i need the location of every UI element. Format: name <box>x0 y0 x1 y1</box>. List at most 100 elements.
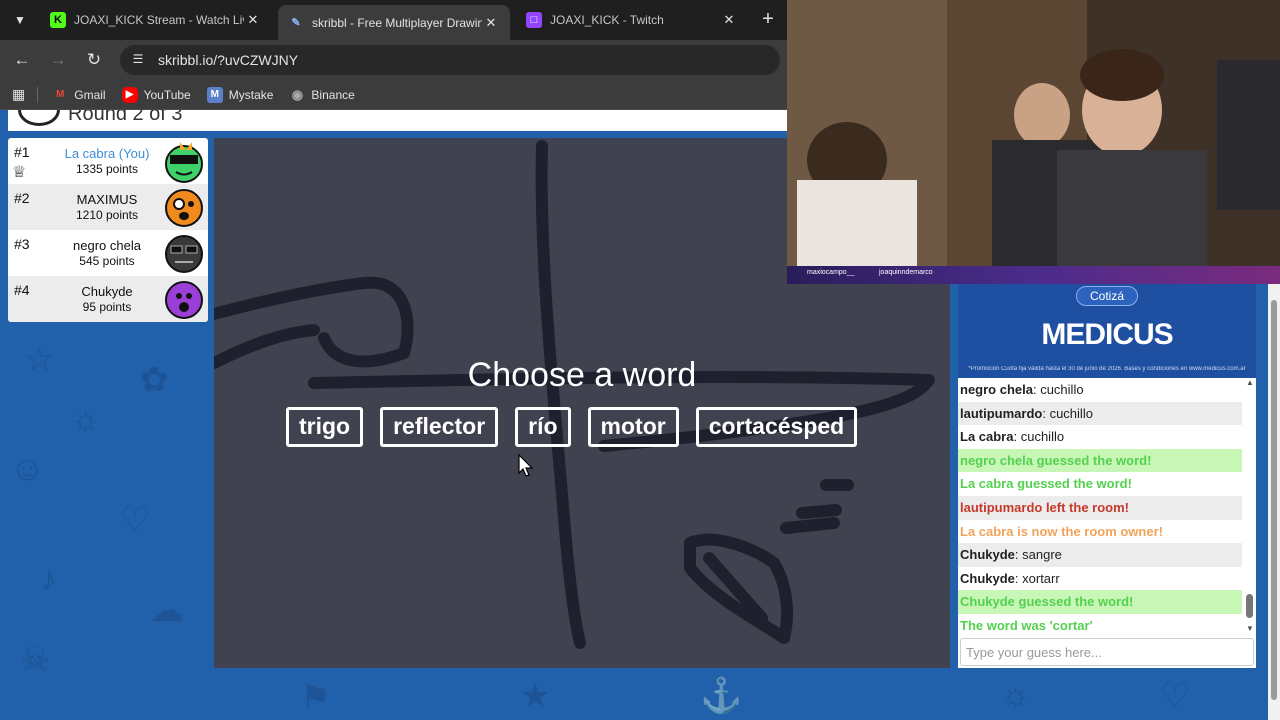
word-option-button[interactable]: río <box>515 407 571 447</box>
tab-title: JOAXI_KICK - Twitch <box>550 13 664 27</box>
player-name: Chukyde <box>81 284 133 299</box>
game-top-bar: Round 2 of 3 <box>8 110 787 131</box>
chat-message: The word was 'cortar' <box>958 614 1242 636</box>
chat-message: La cabra: cuchillo <box>960 429 1065 445</box>
gmail-icon: M <box>56 89 65 100</box>
player-name: La cabra (You) <box>64 146 150 161</box>
reload-icon[interactable]: ↻ <box>82 48 106 72</box>
bookmark-binance[interactable]: ◉ Binance <box>289 87 355 103</box>
doodle-flag-icon: ⚑ <box>300 679 331 717</box>
bookmarks-divider <box>37 86 39 103</box>
chat-message: La cabra is now the room owner! <box>958 520 1242 544</box>
scroll-down-icon[interactable]: ▼ <box>1246 624 1254 633</box>
chat-scrollbar[interactable]: ▲ ▼ <box>1244 378 1256 636</box>
new-tab-plus-icon[interactable]: + <box>756 8 780 32</box>
player-points: 95 points <box>82 300 132 314</box>
player-avatar <box>165 189 203 227</box>
alarm-clock-icon <box>18 110 60 126</box>
youtube-icon: ▶ <box>121 86 138 103</box>
back-arrow-icon[interactable]: ← <box>10 48 34 72</box>
player-name: MAXIMUS <box>76 192 138 207</box>
url-text: skribbl.io/?uvCZWJNY <box>158 52 299 68</box>
browser-toolbar: ← → ↻ ☰ skribbl.io/?uvCZWJNY <box>0 40 787 80</box>
apps-grid-icon[interactable]: ▦ <box>12 86 25 103</box>
ad-fine-print: *Promoción Cuota fija válida hasta el 30… <box>968 366 1246 372</box>
player-rank: #2 <box>14 190 30 206</box>
word-option-button[interactable]: motor <box>587 407 679 447</box>
site-settings-icon[interactable]: ☰ <box>130 52 146 68</box>
tab-twitch[interactable]: □ JOAXI_KICK - Twitch ✕ <box>516 5 748 35</box>
word-option-button[interactable]: reflector <box>380 407 499 447</box>
choose-word-title: Choose a word <box>467 356 697 394</box>
close-tab-icon[interactable]: ✕ <box>482 15 500 31</box>
chat-message: lautipumardo left the room! <box>958 495 1242 520</box>
chat-system-text: Chukyde guessed the word! <box>960 594 1134 610</box>
doodle-skull-icon: ☠ <box>20 641 51 679</box>
forward-arrow-icon[interactable]: → <box>46 48 70 72</box>
webcam-name-bar: maxiocampo__ joaquinndemarco <box>787 266 1280 284</box>
player-row[interactable]: #4 Chukyde 95 points <box>8 276 208 322</box>
chat-system-text: negro chela guessed the word! <box>960 452 1152 468</box>
player-row[interactable]: #1 ♕ La cabra (You) 1335 points <box>8 138 208 184</box>
chat-message: Chukyde: sangre <box>958 543 1242 567</box>
bookmark-gmail[interactable]: M Gmail <box>52 87 106 103</box>
room-owner-crown-icon: ♕ <box>12 164 27 181</box>
guess-input[interactable] <box>960 638 1254 666</box>
player-points: 1335 points <box>75 162 139 176</box>
browser-tab-bar: ▼ K JOAXI_KICK Stream - Watch Live ✕ ✎ s… <box>0 0 787 40</box>
webcam-name-label: maxiocampo__ <box>807 269 855 276</box>
doodle-anchor-icon: ⚓ <box>700 677 743 715</box>
bookmark-mystake[interactable]: M Mystake <box>206 86 273 103</box>
round-indicator: Round 2 of 3 <box>68 110 183 125</box>
doodle-sun-icon: ☼ <box>70 400 102 438</box>
skribbl-pen-icon: ✎ <box>291 17 301 29</box>
doodle-heart-icon: ♡ <box>1160 677 1191 715</box>
tab-skribbl[interactable]: ✎ skribbl - Free Multiplayer Drawing ✕ <box>278 5 510 40</box>
player-rank: #1 <box>14 144 30 160</box>
chat-panel: negro chela: cuchillo lautipumardo: cuchi… <box>958 378 1256 668</box>
chat-system-text: La cabra is now the room owner! <box>960 523 1163 539</box>
mouse-cursor-icon <box>518 454 534 477</box>
scroll-up-icon[interactable]: ▲ <box>1246 378 1254 387</box>
page-scroll-thumb[interactable] <box>1271 300 1277 700</box>
medicus-ad[interactable]: Cotizá MEDICUS *Promoción Cuota fija vál… <box>958 282 1256 378</box>
ad-quote-button[interactable]: Cotizá <box>1076 286 1138 306</box>
chat-author: Chukyde <box>960 547 1015 563</box>
chat-system-text: lautipumardo left the room! <box>960 499 1129 515</box>
streamer-webcam: maxiocampo__ joaquinndemarco <box>787 0 1280 284</box>
twitch-logo-icon: □ <box>526 12 542 28</box>
chat-author: La cabra <box>960 429 1014 445</box>
close-tab-icon[interactable]: ✕ <box>720 12 738 28</box>
chat-scroll-thumb[interactable] <box>1246 594 1253 618</box>
chat-text: xortarr <box>1022 570 1060 586</box>
player-points: 1210 points <box>75 208 139 222</box>
doodle-star-icon: ☆ <box>24 341 55 379</box>
doodle-sun-icon: ☼ <box>1000 676 1032 714</box>
doodle-heart-icon: ♡ <box>120 501 151 539</box>
player-name: negro chela <box>73 238 141 253</box>
word-option-button[interactable]: trigo <box>286 407 364 447</box>
doodle-flower-icon: ✿ <box>140 361 169 399</box>
chat-author: Chukyde <box>960 570 1015 586</box>
chat-author: negro chela <box>960 382 1033 397</box>
doodle-smile-icon: ☺ <box>10 450 45 488</box>
tab-kick-stream[interactable]: K JOAXI_KICK Stream - Watch Live ✕ <box>40 5 272 35</box>
bookmarks-bar: ▦ M Gmail ▶ YouTube M Mystake ◉ Binance <box>0 80 787 110</box>
chat-message: lautipumardo: cuchillo <box>958 401 1242 426</box>
tab-search-chevron-icon[interactable]: ▼ <box>8 8 32 32</box>
player-avatar <box>165 235 203 273</box>
chat-text: sangre <box>1022 547 1062 563</box>
webcam-video-frame <box>787 0 1280 266</box>
word-option-button[interactable]: cortacésped <box>695 407 858 447</box>
player-avatar <box>165 142 203 183</box>
player-row[interactable]: #3 negro chela 545 points <box>8 230 208 276</box>
doodle-music-icon: ♪ <box>40 560 57 598</box>
mystake-icon: M <box>206 86 223 103</box>
address-bar[interactable]: ☰ skribbl.io/?uvCZWJNY <box>120 45 780 75</box>
bookmark-youtube[interactable]: ▶ YouTube <box>121 86 191 103</box>
player-row[interactable]: #2 MAXIMUS 1210 points <box>8 184 208 230</box>
tab-title: skribbl - Free Multiplayer Drawing <box>312 15 482 30</box>
chat-message: La cabra guessed the word! <box>958 472 1242 496</box>
player-points: 545 points <box>79 254 135 268</box>
close-tab-icon[interactable]: ✕ <box>244 12 262 28</box>
